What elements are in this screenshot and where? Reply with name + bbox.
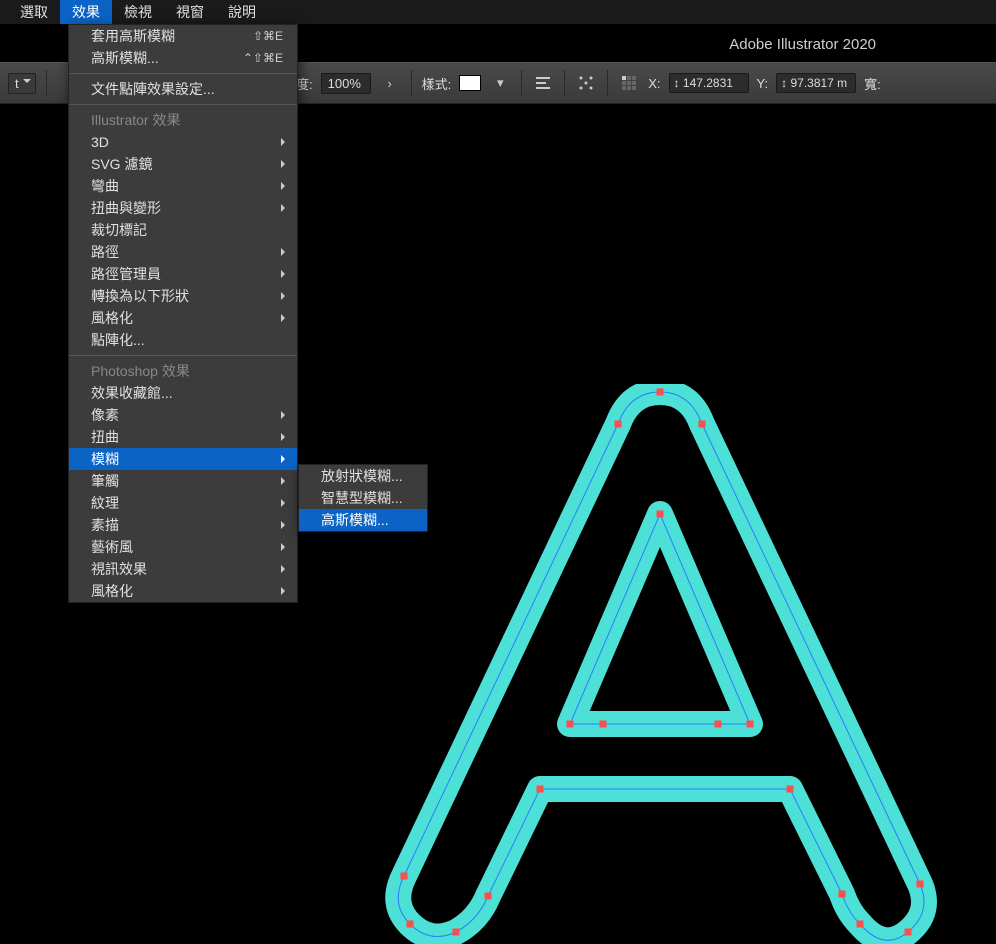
transform-icon[interactable]: [575, 72, 597, 94]
menu-apply-last[interactable]: 套用高斯模糊 ⇧⌘E: [69, 25, 297, 47]
menu-distort-ps[interactable]: 扭曲: [69, 426, 297, 448]
y-label: Y:: [757, 76, 769, 91]
menu-pixelate[interactable]: 像素: [69, 404, 297, 426]
menu-stylize-ps[interactable]: 風格化: [69, 580, 297, 602]
x-field[interactable]: ↕ 147.2831: [669, 73, 749, 93]
menu-distort-transform[interactable]: 扭曲與變形: [69, 197, 297, 219]
menu-path[interactable]: 路徑: [69, 241, 297, 263]
menu-separator: [69, 355, 297, 356]
menubar-item-select[interactable]: 選取: [8, 0, 60, 24]
effect-menu: 套用高斯模糊 ⇧⌘E 高斯模糊... ⌃⇧⌘E 文件點陣效果設定... Illu…: [68, 24, 298, 603]
app-title: Adobe Illustrator 2020: [729, 36, 876, 53]
blur-submenu: 放射狀模糊... 智慧型模糊... 高斯模糊...: [298, 464, 428, 532]
menu-stylize-ai[interactable]: 風格化: [69, 307, 297, 329]
menubar-item-window[interactable]: 視窗: [164, 0, 216, 24]
width-label: 寬:: [864, 74, 881, 93]
menu-separator: [69, 104, 297, 105]
menu-pathfinder[interactable]: 路徑管理員: [69, 263, 297, 285]
menu-svg-filters[interactable]: SVG 濾鏡: [69, 153, 297, 175]
menubar-item-view[interactable]: 檢視: [112, 0, 164, 24]
menubar-item-help[interactable]: 說明: [216, 0, 268, 24]
y-field[interactable]: ↕ 97.3817 m: [776, 73, 856, 93]
menu-header-ps: Photoshop 效果: [69, 360, 297, 382]
menu-rasterize[interactable]: 點陣化...: [69, 329, 297, 351]
x-label: X:: [648, 76, 660, 91]
reference-point-icon[interactable]: [618, 72, 640, 94]
submenu-radial-blur[interactable]: 放射狀模糊...: [299, 465, 427, 487]
menu-header-ai: Illustrator 效果: [69, 109, 297, 131]
style-label: 樣式:: [422, 74, 452, 93]
menu-blur[interactable]: 模糊: [69, 448, 297, 470]
menu-texture[interactable]: 紋理: [69, 492, 297, 514]
opacity-field[interactable]: 100%: [321, 73, 371, 94]
menubar-item-effect[interactable]: 效果: [60, 0, 112, 24]
menu-convert-shape[interactable]: 轉換為以下形狀: [69, 285, 297, 307]
submenu-smart-blur[interactable]: 智慧型模糊...: [299, 487, 427, 509]
align-icon[interactable]: [532, 72, 554, 94]
menu-sketch[interactable]: 素描: [69, 514, 297, 536]
menubar: 選取 效果 檢視 視窗 說明: [0, 0, 996, 24]
menu-last-effect[interactable]: 高斯模糊... ⌃⇧⌘E: [69, 47, 297, 69]
menu-video[interactable]: 視訊效果: [69, 558, 297, 580]
submenu-gaussian-blur[interactable]: 高斯模糊...: [299, 509, 427, 531]
menu-doc-raster[interactable]: 文件點陣效果設定...: [69, 78, 297, 100]
menu-warp[interactable]: 彎曲: [69, 175, 297, 197]
menu-3d[interactable]: 3D: [69, 131, 297, 153]
menu-brush-strokes[interactable]: 筆觸: [69, 470, 297, 492]
menu-artistic[interactable]: 藝術風: [69, 536, 297, 558]
tool-preset-dropdown[interactable]: t: [8, 73, 36, 94]
chevron-right-icon[interactable]: ›: [379, 72, 401, 94]
menu-separator: [69, 73, 297, 74]
selected-letter-a[interactable]: [360, 384, 980, 944]
style-swatch[interactable]: [459, 75, 481, 91]
menu-effect-gallery[interactable]: 效果收藏館...: [69, 382, 297, 404]
chevron-down-icon[interactable]: ▾: [489, 72, 511, 94]
menu-crop-marks[interactable]: 裁切標記: [69, 219, 297, 241]
